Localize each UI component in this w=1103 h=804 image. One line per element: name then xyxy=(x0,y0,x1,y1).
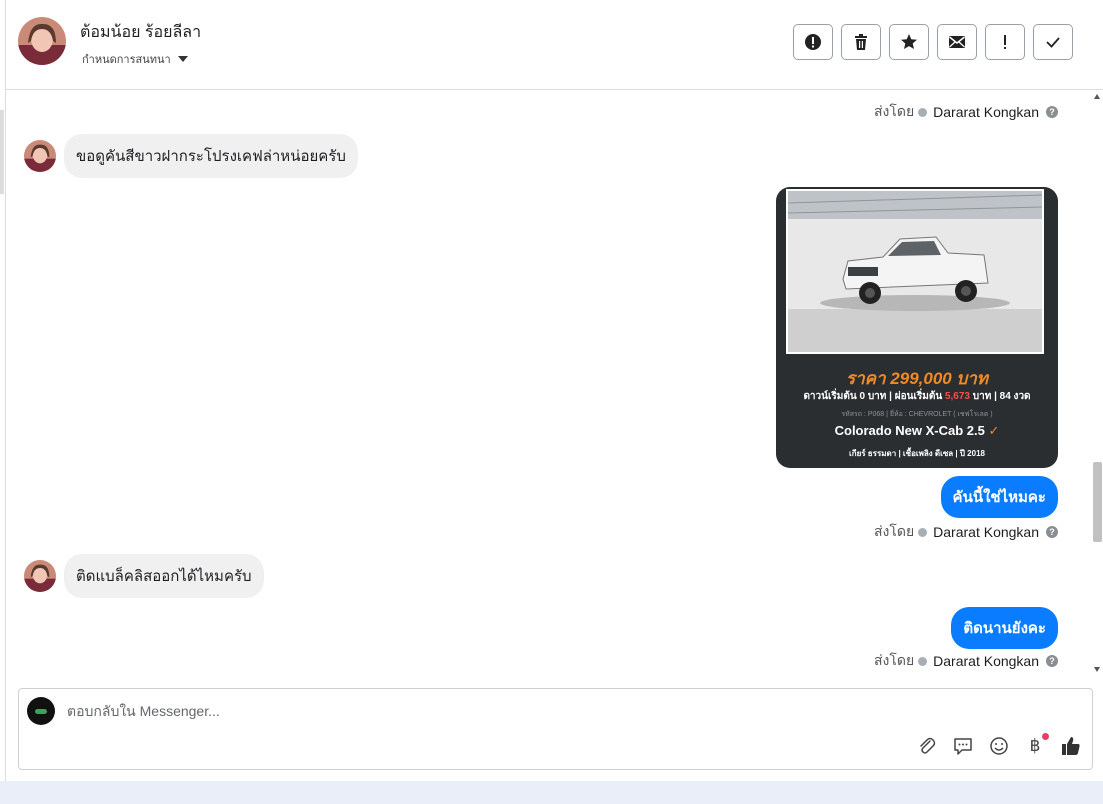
sent-by-line: ส่งโดย Dararat Kongkan ? xyxy=(874,101,1058,123)
composer-tools: ฿ xyxy=(916,733,1082,757)
follow-up-button[interactable] xyxy=(985,24,1025,60)
verified-icon xyxy=(918,656,928,666)
star-icon xyxy=(901,34,917,49)
contact-avatar[interactable] xyxy=(18,17,66,65)
help-icon[interactable]: ? xyxy=(1046,106,1058,118)
saved-replies-button[interactable] xyxy=(952,735,974,757)
car-model: Colorado New X-Cab 2.5 ✓ xyxy=(776,423,1058,439)
car-specs: เกียร์ ธรรมดา | เชื้อเพลิง ดีเซล | ปี 20… xyxy=(849,449,985,458)
sent-by-agent: Dararat Kongkan xyxy=(933,653,1039,669)
conversation-header: ต้อมน้อย ร้อยลีลา กำหนดการสนทนา xyxy=(6,0,1103,90)
outgoing-bubble[interactable]: คันนี้ใช่ไหมคะ xyxy=(940,476,1058,518)
header-actions xyxy=(793,24,1073,60)
scroll-down-arrow-icon[interactable] xyxy=(1094,667,1100,672)
car-photo xyxy=(786,189,1044,354)
payment-button[interactable]: ฿ xyxy=(1024,733,1049,757)
assign-conversation-dropdown[interactable]: กำหนดการสนทนา xyxy=(82,50,188,68)
sent-by-prefix: ส่งโดย xyxy=(873,652,915,668)
car-price: ราคา 299,000 บาท xyxy=(845,369,989,388)
thumbs-up-icon xyxy=(1062,737,1080,755)
scroll-up-arrow-icon[interactable] xyxy=(1094,94,1100,99)
paperclip-icon xyxy=(920,737,936,754)
baht-icon: ฿ xyxy=(1029,736,1041,755)
outgoing-bubble[interactable]: ติดนานยังคะ xyxy=(951,607,1058,649)
car-down-payment: ดาวน์เริ่มต้น 0 บาท | ผ่อนเริ่มต้น 5,673… xyxy=(776,389,1058,404)
emoji-button[interactable] xyxy=(988,735,1010,757)
car-code: รหัสรถ : P068 | ยี่ห้อ : CHEVROLET ( เชฟ… xyxy=(841,411,993,418)
car-model-name: Colorado New X-Cab 2.5 xyxy=(834,423,985,438)
sent-by-line: ส่งโดย Dararat Kongkan ? xyxy=(874,521,1058,543)
attach-button[interactable] xyxy=(916,735,938,757)
sent-by-prefix: ส่งโดย xyxy=(873,103,915,119)
mark-unread-button[interactable] xyxy=(937,24,977,60)
caret-down-icon xyxy=(177,56,188,62)
mark-spam-button[interactable] xyxy=(793,24,833,60)
star-button[interactable] xyxy=(889,24,929,60)
exclamation-icon xyxy=(1004,35,1006,49)
sent-by-prefix: ส่งโดย xyxy=(873,523,915,539)
reply-input[interactable] xyxy=(67,703,767,719)
like-button[interactable] xyxy=(1060,735,1082,757)
car-listing-card[interactable]: ราคา 299,000 บาท ดาวน์เริ่มต้น 0 บาท | ผ… xyxy=(776,187,1058,468)
help-icon[interactable]: ? xyxy=(1046,526,1058,538)
car-down-suffix: บาท | 84 งวด xyxy=(972,391,1031,402)
alert-circle-icon xyxy=(805,34,821,50)
contact-avatar-small xyxy=(24,140,56,172)
help-icon[interactable]: ? xyxy=(1046,655,1058,667)
contact-avatar-small xyxy=(24,560,56,592)
chat-bubble-icon xyxy=(954,738,972,755)
message-thread[interactable]: ส่งโดย Dararat Kongkan ? ขอดูคันสีขาวฝาก… xyxy=(6,90,1091,678)
thread-scrollbar[interactable] xyxy=(1091,90,1103,678)
scroll-thumb[interactable] xyxy=(1093,462,1102,542)
incoming-bubble[interactable]: ติดแบล็คลิสออกได้ไหมครับ xyxy=(64,554,264,598)
notification-dot xyxy=(1042,733,1049,740)
inbox-app: ต้อมน้อย ร้อยลีลา กำหนดการสนทนา ส่งโดย D… xyxy=(0,0,1103,781)
verified-icon xyxy=(918,107,928,117)
sent-by-agent: Dararat Kongkan xyxy=(933,104,1039,120)
contact-name: ต้อมน้อย ร้อยลีลา xyxy=(80,24,202,41)
incoming-message: ขอดูคันสีขาวฝากระโปรงเคฟล่าหน่อยครับ xyxy=(24,134,358,178)
mark-done-button[interactable] xyxy=(1033,24,1073,60)
sent-by-agent: Dararat Kongkan xyxy=(933,524,1039,540)
envelope-icon xyxy=(949,36,965,48)
left-scroll-thumb[interactable] xyxy=(0,110,4,194)
assign-conversation-label: กำหนดการสนทนา xyxy=(82,54,171,66)
car-installment: 5,673 xyxy=(944,391,970,402)
reply-composer: ฿ xyxy=(18,688,1093,770)
smiley-icon xyxy=(990,737,1008,755)
delete-button[interactable] xyxy=(841,24,881,60)
page-avatar xyxy=(27,697,55,725)
verified-icon xyxy=(918,527,928,537)
trash-icon xyxy=(855,34,867,50)
car-down-prefix: ดาวน์เริ่มต้น 0 บาท | ผ่อนเริ่มต้น xyxy=(803,391,943,402)
sent-by-line: ส่งโดย Dararat Kongkan ? xyxy=(874,650,1058,672)
verified-check-icon: ✓ xyxy=(988,423,1000,438)
incoming-message: ติดแบล็คลิสออกได้ไหมครับ xyxy=(24,554,264,598)
check-icon xyxy=(1046,37,1060,48)
incoming-bubble[interactable]: ขอดูคันสีขาวฝากระโปรงเคฟล่าหน่อยครับ xyxy=(64,134,358,178)
